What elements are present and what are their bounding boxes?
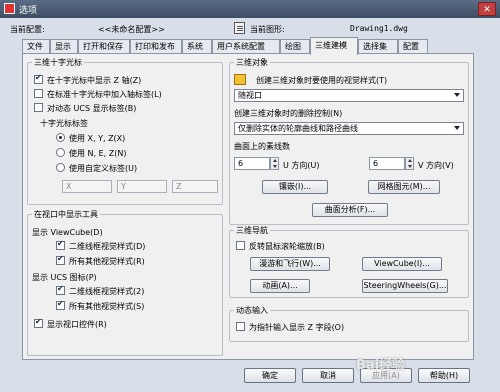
mesh-primitives-button[interactable]: 网格图元(M)... [368,180,440,194]
watermark-logo: Bai经验 [356,358,406,373]
tab-3d-modeling[interactable]: 三维建模 [310,37,358,55]
use-nez-radio[interactable] [56,148,65,157]
close-icon[interactable]: ✕ [478,2,496,16]
viewport-controls-label: 显示视口控件(R) [47,320,107,329]
label-axes-checkbox[interactable] [34,89,43,98]
u-isolines-input[interactable]: 6 [234,157,270,170]
viewcube-button[interactable]: ViewCube(I)... [362,257,442,271]
label-axes-label: 在标准十字光标中加入轴标签(L) [47,90,162,99]
current-drawing-value: Drawing1.dwg [350,24,408,33]
tab-files[interactable]: 文件 [22,39,50,54]
visual-style-value: 随视口 [238,91,262,100]
current-drawing-label: 当前图形: [250,25,285,34]
deletion-control-select[interactable]: 仅删除实体的轮廓曲线和路径曲线 [234,122,464,135]
ucs-icon-title: 显示 UCS 图标(P) [32,273,97,282]
current-profile-value: <<未命名配置>> [98,25,165,34]
tessellation-button[interactable]: 镶嵌(I)... [262,180,328,194]
ucs-label-checkbox[interactable] [34,103,43,112]
ok-button[interactable]: 确定 [244,368,296,383]
visual-style-icon [234,74,246,85]
walk-fly-button[interactable]: 漫游和飞行(W)... [250,257,330,271]
ucs-all-checkbox[interactable] [56,299,65,310]
v-spinner[interactable] [405,157,414,170]
viewcube-all-checkbox[interactable] [56,254,65,265]
use-xyz-radio[interactable] [56,133,65,142]
viewcube-title: 显示 ViewCube(D) [32,228,103,237]
tab-drafting[interactable]: 绘图 [280,39,310,54]
app-icon [4,3,15,14]
viewcube-all-label: 所有其他视觉样式(R) [69,257,145,266]
custom-z-input[interactable]: Z [172,180,218,193]
animation-button[interactable]: 动画(A)... [250,279,310,293]
u-direction-label: U 方向(U) [283,161,320,170]
current-profile-label: 当前配置: [10,25,45,34]
options-dialog: 选项 ✕ 当前配置: <<未命名配置>> 当前图形: Drawing1.dwg … [0,0,500,392]
ucs-all-label: 所有其他视觉样式(S) [69,302,145,311]
z-field-checkbox[interactable] [236,322,245,331]
z-field-label: 为指针输入显示 Z 字段(O) [249,323,345,332]
crosshair-labels-title: 十字光标标签 [40,119,88,128]
viewport-controls-checkbox[interactable] [34,317,43,328]
show-z-axis-label: 在十字光标中显示 Z 轴(Z) [47,76,142,85]
v-isolines-input[interactable]: 6 [369,157,405,170]
navigation-group: 三维导航 反转鼠标滚轮缩放(B) 漫游和飞行(W)... ViewCube(I)… [229,225,469,298]
u-spinner[interactable] [270,157,279,170]
use-custom-radio[interactable] [56,163,65,172]
tab-content-3d-modeling: 三维十字光标 在十字光标中显示 Z 轴(Z) 在标准十字光标中加入轴标签(L) … [22,53,474,360]
help-button[interactable]: 帮助(H) [418,368,470,383]
viewport-tools-group-title: 在视口中显示工具 [32,209,100,220]
ucs-2d-label: 二维线框视觉样式(2) [69,287,145,296]
tab-profiles[interactable]: 配置 [398,39,428,54]
steering-wheels-button[interactable]: SteeringWheels(G)... [362,279,448,293]
dynamic-input-group: 动态输入 为指针输入显示 Z 字段(O) [229,305,469,342]
tab-user-preferences[interactable]: 用户系统配置 [212,39,280,54]
window-title: 选项 [19,6,38,16]
use-custom-label: 使用自定义标签(U) [69,164,138,173]
custom-y-input[interactable]: Y [117,180,167,193]
v-direction-label: V 方向(V) [418,161,454,170]
tab-open-save[interactable]: 打开和保存 [78,39,130,54]
use-nez-label: 使用 N, E, Z(N) [69,149,127,158]
tab-system[interactable]: 系统 [182,39,212,54]
show-z-axis-checkbox[interactable] [34,73,43,84]
ucs-label-label: 对动态 UCS 显示标签(B) [47,104,137,113]
crosshair-group: 三维十字光标 在十字光标中显示 Z 轴(Z) 在标准十字光标中加入轴标签(L) … [27,57,223,205]
objects3d-group-title: 三维对象 [234,57,270,68]
chevron-down-icon [454,126,460,130]
surface-analysis-button[interactable]: 曲面分析(F)... [312,203,388,217]
objects3d-group: 三维对象 创建三维对象时要使用的视觉样式(T) 随视口 创建三维对象时的删除控制… [229,57,469,225]
navigation-group-title: 三维导航 [234,225,270,236]
deletion-control-label: 创建三维对象时的删除控制(N) [234,109,343,118]
isolines-title: 曲面上的素线数 [234,142,290,151]
viewcube-2d-label: 二维线框视觉样式(D) [69,242,146,251]
custom-x-input[interactable]: X [62,180,112,193]
reverse-zoom-checkbox[interactable] [236,241,245,250]
visual-style-select[interactable]: 随视口 [234,89,464,102]
chevron-down-icon [454,93,460,97]
cancel-button[interactable]: 取消 [302,368,354,383]
visual-style-label: 创建三维对象时要使用的视觉样式(T) [256,76,388,85]
use-xyz-label: 使用 X, Y, Z(X) [69,134,126,143]
ucs-2d-checkbox[interactable] [56,284,65,295]
crosshair-group-title: 三维十字光标 [32,57,84,68]
tab-display[interactable]: 显示 [50,39,78,54]
viewcube-2d-checkbox[interactable] [56,239,65,250]
reverse-zoom-label: 反转鼠标滚轮缩放(B) [249,242,325,251]
title-bar[interactable]: 选项 ✕ [0,0,500,18]
deletion-control-value: 仅删除实体的轮廓曲线和路径曲线 [238,124,358,133]
viewport-tools-group: 在视口中显示工具 显示 ViewCube(D) 二维线框视觉样式(D) 所有其他… [27,209,223,356]
tab-selection[interactable]: 选择集 [358,39,398,54]
dynamic-input-group-title: 动态输入 [234,305,270,316]
tab-plot-publish[interactable]: 打印和发布 [130,39,182,54]
drawing-file-icon [234,22,245,34]
